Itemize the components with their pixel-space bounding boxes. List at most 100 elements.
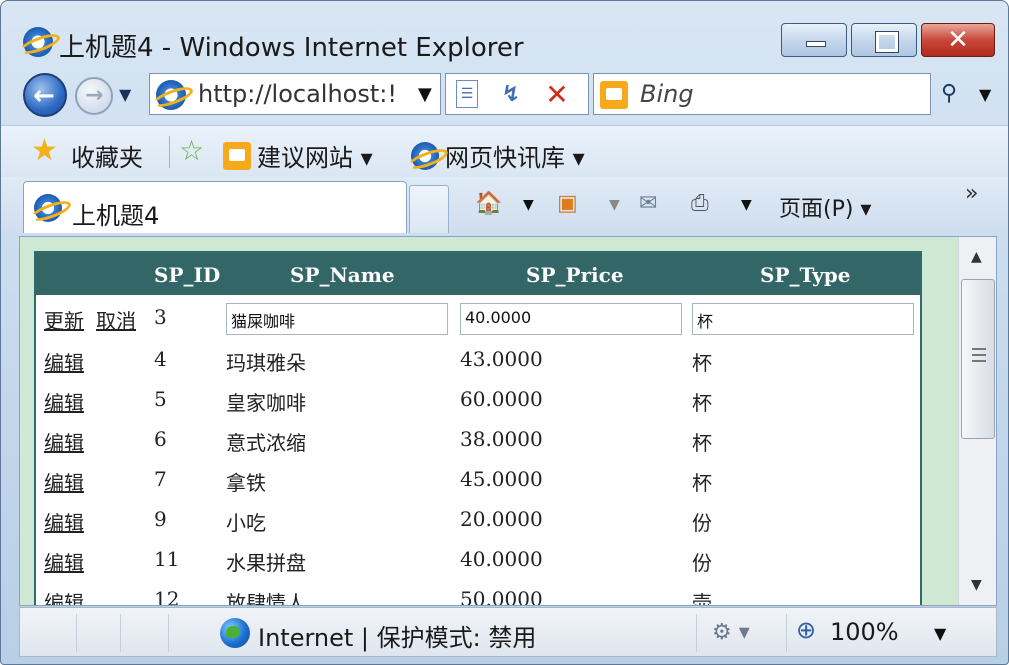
print-icon[interactable]: ⎙ [691, 191, 709, 216]
web-slice-gallery-label: 网页快讯库 ▾ [445, 144, 585, 172]
id-cell: 4 [154, 347, 167, 371]
minimize-button[interactable] [781, 23, 847, 57]
print-dropdown-icon[interactable]: ▼ [741, 197, 752, 213]
edit-link[interactable]: 编辑 [44, 427, 84, 456]
column-header-type: SP_Type [760, 263, 851, 287]
column-header-name: SP_Name [290, 263, 395, 287]
back-arrow-icon: ← [33, 81, 55, 111]
back-button[interactable]: ← [23, 73, 67, 117]
refresh-icon[interactable]: ↯ [496, 80, 526, 110]
home-dropdown-icon[interactable]: ▼ [523, 197, 534, 213]
type-input[interactable]: 杯 [692, 303, 914, 335]
price-cell: 60.0000 [460, 387, 543, 411]
price-cell: 43.0000 [460, 347, 543, 371]
edit-link[interactable]: 编辑 [44, 587, 84, 605]
web-slice-gallery-link[interactable]: 网页快讯库 ▾ [411, 138, 585, 173]
zoom-level[interactable]: 100% [830, 618, 899, 646]
price-cell: 20.0000 [460, 507, 543, 531]
ie-logo-icon [23, 27, 53, 57]
address-buttons: ☰ ↯ ✕ [445, 73, 589, 115]
feeds-dropdown-icon[interactable]: ▼ [609, 197, 620, 213]
more-commands-icon[interactable]: » [965, 181, 978, 206]
compatibility-view-icon[interactable]: ☰ [456, 80, 478, 108]
column-header-id: SP_ID [154, 263, 221, 287]
forward-button[interactable]: → [75, 77, 113, 115]
table-row: 编辑 12 放肆情人 50.0000 壶 [36, 581, 920, 606]
page-background: SP_ID SP_Name SP_Price SP_Type 更新 取消 3 猫… [20, 237, 958, 606]
favorites-star-icon[interactable]: ★ [31, 136, 58, 166]
add-favorite-icon[interactable]: ☆ [179, 136, 204, 166]
search-box[interactable]: Bing [593, 73, 931, 115]
ie-window: 上机题4 - Windows Internet Explorer ✕ ← → ▼… [0, 0, 1009, 665]
close-button[interactable]: ✕ [921, 23, 995, 57]
protected-mode-icon[interactable]: ⚙ ▾ [712, 620, 750, 645]
type-cell: 杯 [692, 391, 712, 415]
grid-header: SP_ID SP_Name SP_Price SP_Type [36, 253, 920, 295]
id-cell: 11 [154, 547, 180, 571]
price-input[interactable]: 40.0000 [460, 303, 682, 335]
search-input[interactable]: Bing [640, 80, 694, 108]
type-cell: 杯 [692, 351, 712, 375]
price-cell: 50.0000 [460, 587, 543, 606]
favorites-button[interactable]: 收藏夹 [71, 138, 143, 173]
price-cell: 38.0000 [460, 427, 543, 451]
table-row: 编辑 9 小吃 20.0000 份 [36, 501, 920, 541]
home-icon[interactable]: 🏠 [475, 191, 502, 216]
status-segment-divider [696, 614, 697, 652]
web-slice-icon [411, 142, 439, 170]
vertical-scrollbar[interactable]: ▲ ▼ [958, 237, 996, 605]
tab-active[interactable]: 上机题4 [23, 181, 407, 233]
address-bar[interactable]: http://localhost:! ▼ [149, 73, 441, 115]
address-input[interactable]: http://localhost:! [198, 80, 397, 108]
status-segment-divider [76, 614, 77, 652]
close-icon: ✕ [947, 25, 969, 55]
address-dropdown-icon[interactable]: ▼ [418, 84, 432, 105]
search-icon[interactable]: ⚲ [941, 81, 957, 106]
name-input[interactable]: 猫屎咖啡 [226, 303, 448, 335]
new-tab-button[interactable] [409, 185, 449, 233]
maximize-button[interactable] [851, 23, 917, 57]
name-cell: 意式浓缩 [226, 431, 306, 455]
tab-page-icon [34, 194, 62, 222]
suggested-sites-label: 建议网站 ▾ [257, 144, 373, 172]
favorites-bar: ★ 收藏夹 ☆ 建议网站 ▾ 网页快讯库 ▾ [1, 125, 1008, 177]
update-link[interactable]: 更新 [44, 305, 84, 334]
scroll-down-icon[interactable]: ▼ [971, 577, 982, 593]
search-options-dropdown[interactable]: ▼ [979, 85, 991, 104]
table-row: 编辑 7 拿铁 45.0000 杯 [36, 461, 920, 501]
type-cell: 份 [692, 551, 712, 575]
edit-link[interactable]: 编辑 [44, 547, 84, 576]
cancel-link[interactable]: 取消 [96, 305, 136, 334]
status-segment-divider [168, 614, 169, 652]
zoom-dropdown-icon[interactable]: ▼ [934, 624, 946, 643]
scroll-up-icon[interactable]: ▲ [971, 249, 982, 265]
table-row: 编辑 4 玛琪雅朵 43.0000 杯 [36, 341, 920, 381]
mail-icon[interactable]: ✉ [639, 191, 657, 216]
type-cell: 壶 [692, 591, 712, 606]
zoom-icon[interactable]: ⊕ [796, 616, 816, 644]
edit-link[interactable]: 编辑 [44, 507, 84, 536]
tab-bar: 上机题4 🏠 ▼ ▣ ▼ ✉ ⎙ ▼ 页面(P) ▾ » [1, 177, 1008, 233]
status-bar: Internet | 保护模式: 禁用 ⚙ ▾ ⊕ 100% ▼ [19, 607, 997, 657]
feeds-icon[interactable]: ▣ [557, 191, 578, 216]
id-cell: 9 [154, 507, 167, 531]
edit-link[interactable]: 编辑 [44, 387, 84, 416]
status-segment-divider [786, 614, 787, 652]
price-cell: 45.0000 [460, 467, 543, 491]
divider [169, 136, 170, 168]
name-cell: 皇家咖啡 [226, 391, 306, 415]
title-bar: 上机题4 - Windows Internet Explorer ✕ [1, 1, 1008, 63]
edit-link[interactable]: 编辑 [44, 467, 84, 496]
edit-link[interactable]: 编辑 [44, 347, 84, 376]
suggested-sites-icon [223, 142, 251, 170]
suggested-sites-link[interactable]: 建议网站 ▾ [223, 138, 373, 173]
name-cell: 水果拼盘 [226, 551, 306, 575]
stop-icon[interactable]: ✕ [542, 80, 572, 110]
table-row: 编辑 11 水果拼盘 40.0000 份 [36, 541, 920, 581]
recent-pages-dropdown[interactable]: ▼ [119, 85, 131, 104]
name-cell: 拿铁 [226, 471, 266, 495]
scrollbar-thumb[interactable] [961, 279, 995, 439]
page-menu[interactable]: 页面(P) ▾ [779, 191, 871, 223]
status-segment-divider [120, 614, 121, 652]
security-zone-text[interactable]: Internet | 保护模式: 禁用 [258, 618, 536, 653]
